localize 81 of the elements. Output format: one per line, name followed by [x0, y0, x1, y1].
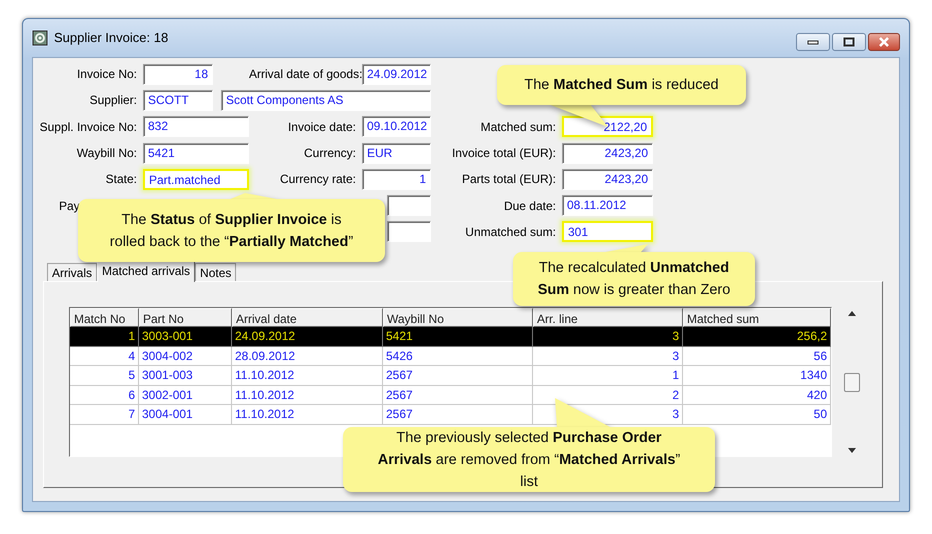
field-label: Suppl. Invoice No: — [38, 118, 138, 136]
field-label: Supplier: — [88, 92, 138, 110]
table-cell: 5426 — [383, 346, 533, 366]
input-field[interactable]: EUR — [362, 142, 431, 164]
table-cell: 3002-001 — [139, 386, 232, 406]
input-field[interactable]: Part.matched — [143, 168, 249, 190]
field-label: Matched sum: — [480, 118, 557, 136]
tab[interactable]: Notes — [195, 263, 236, 282]
field-label: Invoice total (EUR): — [450, 145, 557, 162]
input-field[interactable]: 09.10.2012 — [362, 116, 431, 138]
input-field[interactable] — [387, 221, 431, 242]
table-cell: 5 — [70, 366, 139, 386]
field-label: Pay — [58, 198, 81, 215]
field-label: Invoice No: — [76, 66, 138, 84]
table-cell: 2567 — [383, 405, 533, 425]
column-header[interactable]: Arr. line — [533, 308, 683, 328]
table-cell: 420 — [683, 386, 831, 406]
close-button[interactable] — [868, 33, 900, 51]
table-cell: 256,2 — [683, 327, 831, 347]
input-field[interactable]: 5421 — [143, 142, 249, 164]
maximize-button[interactable] — [832, 33, 866, 51]
table-cell: 3001-003 — [139, 366, 232, 386]
input-field[interactable]: 1 — [362, 168, 431, 190]
field-label: Currency rate: — [278, 171, 357, 188]
table-cell: 24.09.2012 — [232, 327, 383, 347]
input-field[interactable]: SCOTT — [143, 90, 213, 111]
minimize-icon — [807, 39, 819, 45]
field-label: State: — [104, 171, 138, 188]
close-icon — [878, 37, 890, 47]
table-cell: 2567 — [383, 386, 533, 406]
input-field[interactable]: Scott Components AS — [221, 90, 431, 111]
table-cell: 4 — [70, 346, 139, 366]
table-cell: 3004-001 — [139, 405, 232, 425]
table-cell: 6 — [70, 386, 139, 406]
minimize-button[interactable] — [796, 33, 830, 51]
column-header[interactable]: Matched sum — [683, 308, 831, 328]
input-field[interactable]: 301 — [562, 221, 653, 242]
input-field[interactable]: 2423,20 — [562, 168, 653, 190]
table-cell: 3 — [533, 346, 683, 366]
tab[interactable]: Matched arrivals — [97, 261, 196, 282]
table-cell: 11.10.2012 — [232, 386, 383, 406]
maximize-icon — [843, 37, 855, 47]
table-cell: 1 — [533, 366, 683, 386]
input-field[interactable]: 18 — [143, 64, 213, 85]
input-field[interactable]: 24.09.2012 — [362, 64, 431, 85]
field-label: Unmatched sum: — [464, 224, 557, 241]
field-label: Arrival date of goods: — [249, 66, 362, 84]
input-field[interactable] — [387, 195, 431, 216]
column-header[interactable]: Match No — [70, 308, 139, 328]
table-cell: 1340 — [683, 366, 831, 386]
field-label: Waybill No: — [76, 145, 138, 162]
table-cell: 28.09.2012 — [232, 346, 383, 366]
scroll-thumb[interactable] — [844, 372, 860, 392]
tab[interactable]: Arrivals — [47, 263, 98, 282]
field-label: Parts total (EUR): — [460, 171, 557, 188]
table-cell: 11.10.2012 — [232, 405, 383, 425]
field-label: Invoice date: — [286, 118, 357, 136]
column-header[interactable]: Arrival date — [232, 308, 383, 328]
callout-tail — [555, 398, 612, 428]
field-label: Currency: — [302, 145, 357, 162]
table-cell: 3004-002 — [139, 346, 232, 366]
input-field[interactable]: 08.11.2012 — [562, 195, 653, 216]
table-cell: 50 — [683, 405, 831, 425]
table-cell: 11.10.2012 — [232, 366, 383, 386]
app-icon — [32, 30, 48, 46]
input-field[interactable]: 832 — [143, 116, 249, 138]
column-header[interactable]: Part No — [139, 308, 232, 328]
table-cell: 56 — [683, 346, 831, 366]
table-cell: 5421 — [383, 327, 533, 347]
input-field[interactable]: 2122,20 — [562, 116, 653, 138]
window-title: Supplier Invoice: 18 — [54, 29, 168, 48]
field-label: Due date: — [502, 198, 557, 215]
scroll-down-icon[interactable] — [848, 448, 856, 454]
table-cell: 3 — [533, 327, 683, 347]
table-cell: 1 — [70, 327, 139, 347]
column-header[interactable]: Waybill No — [383, 308, 533, 328]
table-cell: 7 — [70, 405, 139, 425]
scroll-up-icon[interactable] — [848, 311, 856, 316]
input-field[interactable]: 2423,20 — [562, 142, 653, 164]
table-cell: 2567 — [383, 366, 533, 386]
table-cell: 3003-001 — [139, 327, 232, 347]
